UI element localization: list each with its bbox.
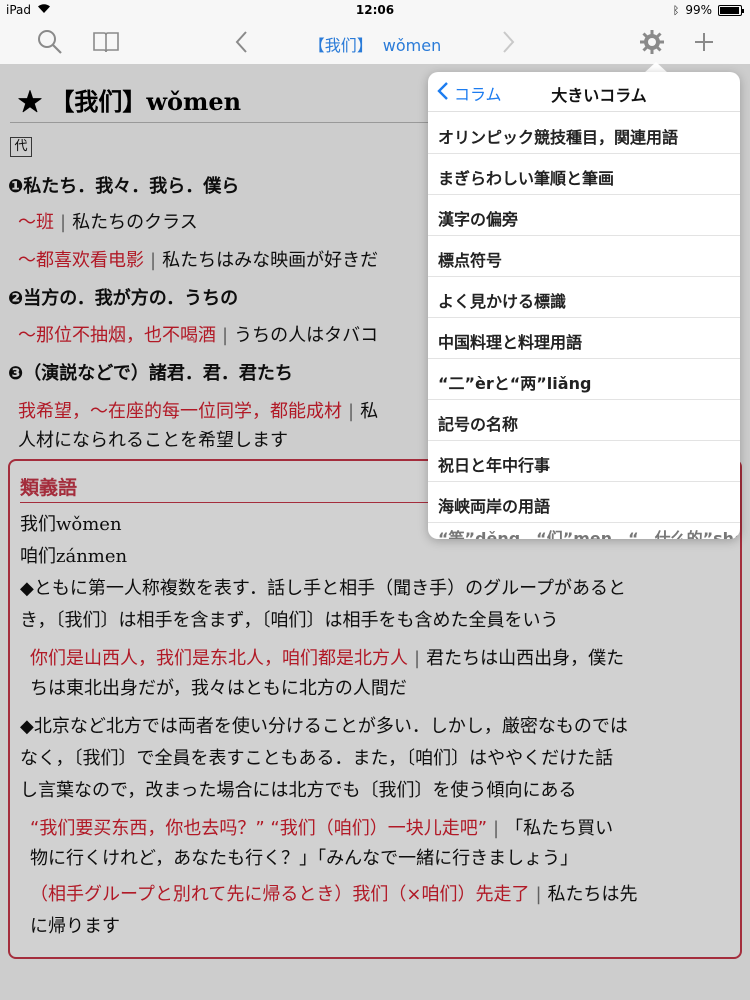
- column-list-item[interactable]: オリンピック競技種目，関連用語: [428, 113, 740, 154]
- chevron-right-icon[interactable]: [494, 28, 522, 56]
- column-list-item[interactable]: “二”èrと“两”liǎng: [428, 359, 740, 400]
- column-list-item[interactable]: よく見かける標識: [428, 277, 740, 318]
- toolbar-pinyin: wǒmen: [382, 36, 442, 55]
- status-bar: iPad 12:06 ᛒ 99%: [0, 0, 750, 20]
- toolbar-headword: 【我们】: [308, 36, 373, 55]
- plus-icon[interactable]: [690, 28, 718, 56]
- column-list-item-partial[interactable]: “等”děng，“们”men，“…什么的”shénmede: [428, 523, 740, 539]
- toolbar: 【我们】 wǒmen: [0, 20, 750, 64]
- gear-icon[interactable]: [638, 28, 666, 56]
- bluetooth-icon: ᛒ: [672, 3, 680, 17]
- column-list-item[interactable]: 標点符号: [428, 236, 740, 277]
- column-list: オリンピック競技種目，関連用語 まぎらわしい筆順と筆画 漢字の偏旁 標点符号 よ…: [428, 113, 740, 539]
- column-list-item[interactable]: 祝日と年中行事: [428, 441, 740, 482]
- status-time: 12:06: [355, 3, 395, 17]
- popover-title: 大きいコラム: [551, 86, 647, 105]
- column-list-item[interactable]: 漢字の偏旁: [428, 195, 740, 236]
- popover-nav-bar: コラム 大きいコラム: [428, 72, 740, 112]
- battery-icon: [718, 4, 744, 16]
- column-popover: コラム 大きいコラム オリンピック競技種目，関連用語 まぎらわしい筆順と筆画 漢…: [428, 72, 740, 539]
- chevron-left-icon: [436, 81, 450, 105]
- column-list-item[interactable]: まぎらわしい筆順と筆画: [428, 154, 740, 195]
- battery-percent: 99%: [685, 3, 712, 17]
- column-list-item[interactable]: 記号の名称: [428, 400, 740, 441]
- column-list-item[interactable]: 中国料理と料理用語: [428, 318, 740, 359]
- column-list-item[interactable]: 海峡両岸の用語: [428, 482, 740, 523]
